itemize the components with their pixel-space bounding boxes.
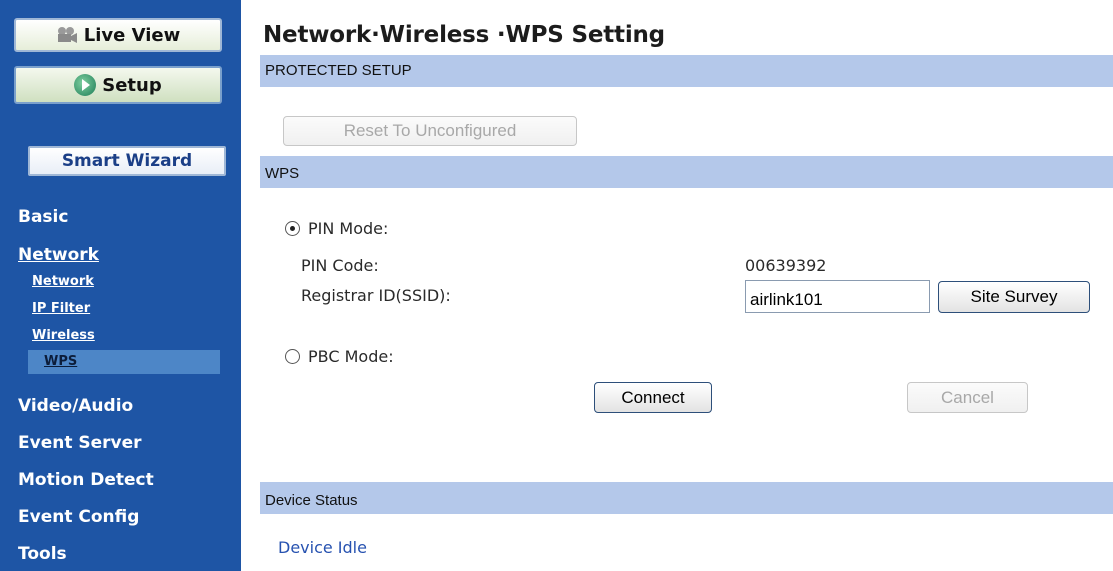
device-status-header: Device Status xyxy=(260,482,1113,514)
live-view-label: Live View xyxy=(83,24,181,46)
live-view-button[interactable]: Live View xyxy=(14,18,222,52)
nav-basic[interactable]: Basic xyxy=(18,207,68,227)
reset-to-unconfigured-button[interactable]: Reset To Unconfigured xyxy=(283,116,577,146)
setup-label: Setup xyxy=(102,74,162,96)
nav-event-config[interactable]: Event Config xyxy=(18,507,139,527)
site-survey-button[interactable]: Site Survey xyxy=(938,281,1090,313)
video-camera-icon xyxy=(56,26,78,44)
registrar-ssid-input[interactable] xyxy=(745,280,930,313)
device-status-text: Device Idle xyxy=(278,538,367,557)
nav-sub-network[interactable]: Network xyxy=(32,274,94,289)
page-title: Network·Wireless ·WPS Setting xyxy=(263,22,665,48)
smart-wizard-button[interactable]: Smart Wizard xyxy=(28,146,226,176)
pbc-mode-label: PBC Mode: xyxy=(308,347,394,366)
nav-motion-detect[interactable]: Motion Detect xyxy=(18,470,154,490)
pin-code-value: 00639392 xyxy=(745,256,827,275)
setup-button[interactable]: Setup xyxy=(14,66,222,104)
nav-event-server[interactable]: Event Server xyxy=(18,433,142,453)
nav-network[interactable]: Network xyxy=(18,245,99,265)
registrar-id-label: Registrar ID(SSID): xyxy=(301,286,451,305)
nav-sub-ip-filter[interactable]: IP Filter xyxy=(32,301,90,316)
pin-mode-radio[interactable] xyxy=(285,221,300,236)
setup-arrow-icon xyxy=(74,74,97,96)
nav-sub-wps[interactable]: WPS xyxy=(44,354,77,369)
nav-video-audio[interactable]: Video/Audio xyxy=(18,396,133,416)
cancel-button[interactable]: Cancel xyxy=(907,382,1028,413)
smart-wizard-label: Smart Wizard xyxy=(61,151,193,171)
main-content: Network·Wireless ·WPS Setting PROTECTED … xyxy=(241,0,1113,571)
pin-mode-label: PIN Mode: xyxy=(308,219,389,238)
pbc-mode-radio[interactable] xyxy=(285,349,300,364)
wps-header: WPS xyxy=(260,156,1113,188)
connect-button[interactable]: Connect xyxy=(594,382,712,413)
protected-setup-header: PROTECTED SETUP xyxy=(260,55,1113,87)
pin-code-label: PIN Code: xyxy=(301,256,379,275)
nav-tools[interactable]: Tools xyxy=(18,544,67,564)
sidebar: Live View Setup Smart Wizard Basic Netwo… xyxy=(0,0,241,571)
nav-sub-wireless[interactable]: Wireless xyxy=(32,328,95,343)
